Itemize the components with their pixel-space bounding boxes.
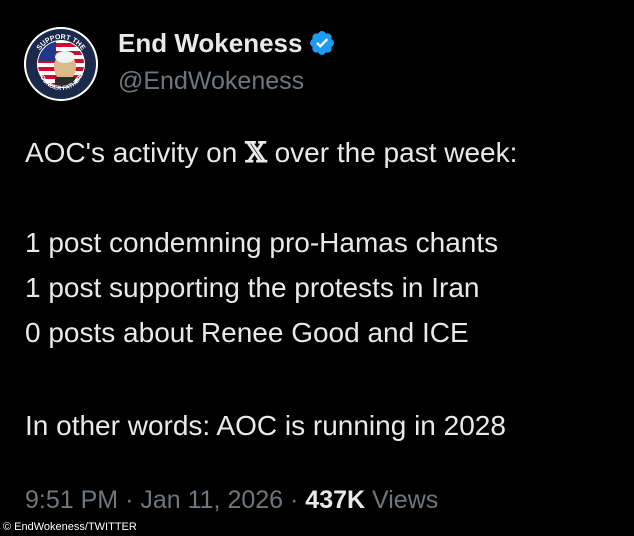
tweet-text-line-4: 0 posts about Renee Good and ICE bbox=[25, 317, 469, 348]
author-name-row: End Wokeness bbox=[118, 26, 336, 60]
views-label: Views bbox=[372, 486, 439, 514]
tweet-card: SUPPORT THE FOUNDER FATHERS End Wokeness… bbox=[0, 0, 634, 536]
image-credit: © EndWokeness/TWITTER bbox=[3, 521, 137, 533]
meta-separator: · bbox=[125, 486, 134, 514]
tweet-text-line-2: 1 post condemning pro-Hamas chants bbox=[25, 227, 499, 258]
tweet-date[interactable]: Jan 11, 2026 bbox=[140, 486, 283, 514]
views-count[interactable]: 437K bbox=[305, 486, 365, 514]
tweet-text-line-1: AOC's activity on 𝕏 over the past week: bbox=[25, 135, 517, 171]
avatar[interactable]: SUPPORT THE FOUNDER FATHERS bbox=[24, 27, 98, 101]
verified-badge-icon[interactable] bbox=[308, 29, 336, 57]
tweet-text-line-3: 1 post supporting the protests in Iran bbox=[25, 272, 480, 303]
tweet-text-line-5: In other words: AOC is running in 2028 bbox=[25, 410, 506, 441]
author-handle[interactable]: @EndWokeness bbox=[118, 64, 304, 98]
tweet-text-line-1-suffix: over the past week: bbox=[266, 137, 518, 168]
x-logo-glyph: 𝕏 bbox=[245, 136, 267, 169]
meta-separator: · bbox=[290, 486, 299, 514]
tweet-meta-row: 9:51 PM · Jan 11, 2026 · 437K Views bbox=[25, 483, 438, 517]
author-display-name[interactable]: End Wokeness bbox=[118, 26, 302, 60]
avatar-image: SUPPORT THE FOUNDER FATHERS bbox=[24, 27, 98, 101]
tweet-text-line-1-prefix: AOC's activity on bbox=[25, 137, 246, 168]
tweet-time[interactable]: 9:51 PM bbox=[25, 486, 118, 514]
